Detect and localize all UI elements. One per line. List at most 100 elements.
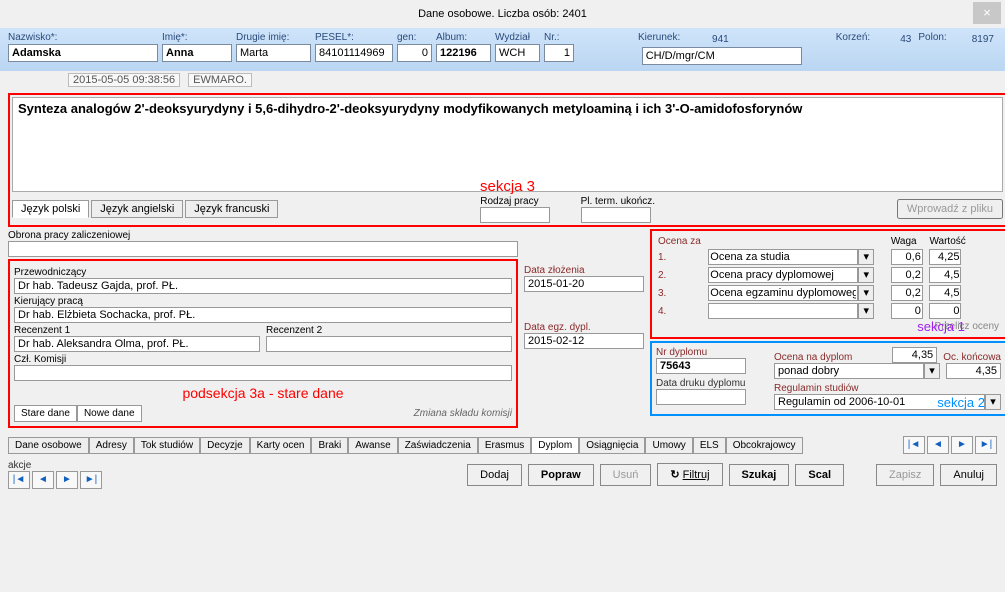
- tab-zaświadczenia[interactable]: Zaświadczenia: [398, 437, 478, 454]
- tab-dane-osobowe[interactable]: Dane osobowe: [8, 437, 89, 454]
- nav-last[interactable]: ►|: [80, 471, 102, 489]
- czl-input[interactable]: [14, 365, 512, 381]
- kierunek-input[interactable]: [642, 47, 802, 65]
- szukaj-button[interactable]: Szukaj: [729, 464, 790, 486]
- obrona-input[interactable]: [8, 241, 518, 257]
- ocena-4-dropdown[interactable]: ▾: [858, 303, 874, 319]
- tab-stare-dane[interactable]: Stare dane: [14, 405, 77, 422]
- czl-label: Czł. Komisji: [14, 354, 512, 365]
- ocena-1-name[interactable]: [708, 249, 858, 265]
- ocena-1-dropdown[interactable]: ▾: [858, 249, 874, 265]
- close-button[interactable]: ×: [973, 2, 1001, 24]
- data-zlozenia-input[interactable]: [524, 276, 644, 292]
- tab-awanse[interactable]: Awanse: [348, 437, 397, 454]
- album-input[interactable]: [436, 44, 491, 62]
- tab-lang-en[interactable]: Język angielski: [91, 200, 183, 218]
- popraw-button[interactable]: Popraw: [528, 464, 594, 486]
- kier-input[interactable]: [14, 307, 512, 323]
- tab-osiągnięcia[interactable]: Osiągnięcia: [579, 437, 645, 454]
- tab-tok-studiów[interactable]: Tok studiów: [134, 437, 200, 454]
- plterm-label: Pl. term. ukończ.: [581, 196, 655, 207]
- obrona-label: Obrona pracy zaliczeniowej: [8, 230, 130, 241]
- tab-karty-ocen[interactable]: Karty ocen: [250, 437, 312, 454]
- pesel-input[interactable]: [315, 44, 393, 62]
- nrdyp-input[interactable]: [656, 358, 746, 374]
- nazwisko-label: Nazwisko*:: [8, 32, 158, 43]
- filtruj-button[interactable]: ↻ Filtruj: [657, 463, 722, 486]
- ocenadyp-select[interactable]: [774, 363, 924, 379]
- ocena-1-waga[interactable]: [891, 249, 923, 265]
- nav-first[interactable]: |◄: [8, 471, 30, 489]
- scal-button[interactable]: Scal: [795, 464, 844, 486]
- ocena-4-waga[interactable]: [891, 303, 923, 319]
- ocena-2-wart[interactable]: [929, 267, 961, 283]
- ockon-label: Oc. końcowa: [943, 352, 1001, 363]
- korzen-val: 43: [889, 32, 914, 47]
- nav-next[interactable]: ►: [56, 471, 78, 489]
- rec2-label: Recenzent 2: [266, 325, 512, 336]
- tab-erasmus[interactable]: Erasmus: [478, 437, 531, 454]
- section-1-label: sekcja 1: [917, 319, 965, 334]
- tab-braki[interactable]: Braki: [311, 437, 348, 454]
- anuluj-button[interactable]: Anuluj: [940, 464, 997, 486]
- tab-umowy[interactable]: Umowy: [645, 437, 692, 454]
- kierunek-label: Kierunek:: [638, 32, 698, 43]
- ocena-4-wart[interactable]: [929, 303, 961, 319]
- ockon-input[interactable]: [946, 363, 1001, 379]
- wprowadz-button[interactable]: Wprowadź z pliku: [897, 199, 1003, 219]
- ocena-3-dropdown[interactable]: ▾: [858, 285, 874, 301]
- thesis-textarea[interactable]: Synteza analogów 2'-deoksyurydyny i 5,6-…: [12, 97, 1003, 192]
- bottom-tabs: Dane osoboweAdresyTok studiówDecyzjeKart…: [8, 436, 997, 454]
- ocena-1-wart[interactable]: [929, 249, 961, 265]
- zmiana-skladu-link[interactable]: Zmiana składu komisji: [414, 408, 512, 419]
- tabnav-next[interactable]: ►: [951, 436, 973, 454]
- ocena-3-wart[interactable]: [929, 285, 961, 301]
- tab-lang-pl[interactable]: Język polski: [12, 200, 89, 218]
- drugie-label: Drugie imię:: [236, 32, 311, 43]
- nrdyp-label: Nr dyplomu: [656, 347, 766, 358]
- wartosc-header: Wartość: [927, 235, 1001, 248]
- rodzaj-input[interactable]: [480, 207, 550, 223]
- ocenadyp-label: Ocena na dyplom: [774, 352, 852, 363]
- ocena-2-dropdown[interactable]: ▾: [858, 267, 874, 283]
- drugie-input[interactable]: [236, 44, 311, 62]
- tab-lang-fr[interactable]: Język francuski: [185, 200, 278, 218]
- tabnav-first[interactable]: |◄: [903, 436, 925, 454]
- tab-obcokrajowcy[interactable]: Obcokrajowcy: [726, 437, 803, 454]
- nazwisko-input[interactable]: [8, 44, 158, 62]
- section-2: Nr dyplomu Data druku dyplomu Ocena na d…: [650, 341, 1005, 416]
- datadruk-input[interactable]: [656, 389, 746, 405]
- nr-input[interactable]: [544, 44, 574, 62]
- zapisz-button[interactable]: Zapisz: [876, 464, 934, 486]
- tab-decyzje[interactable]: Decyzje: [200, 437, 250, 454]
- ocena-3-waga[interactable]: [891, 285, 923, 301]
- data-egz-input[interactable]: [524, 333, 644, 349]
- rodzaj-label: Rodzaj pracy: [480, 196, 538, 207]
- ocena-2-waga[interactable]: [891, 267, 923, 283]
- ocena-2-name[interactable]: [708, 267, 858, 283]
- ocena-za-header: Ocena za: [656, 235, 706, 248]
- rec2-input[interactable]: [266, 336, 512, 352]
- wydzial-input[interactable]: [495, 44, 540, 62]
- imie-input[interactable]: [162, 44, 232, 62]
- tabnav-last[interactable]: ►|: [975, 436, 997, 454]
- ocena-4-name[interactable]: [708, 303, 858, 319]
- kierunek-num: 941: [702, 32, 732, 47]
- dodaj-button[interactable]: Dodaj: [467, 464, 522, 486]
- nav-prev[interactable]: ◄: [32, 471, 54, 489]
- tab-dyplom[interactable]: Dyplom: [531, 437, 579, 454]
- ocenadyp-num[interactable]: [892, 347, 937, 363]
- przew-label: Przewodniczący: [14, 267, 512, 278]
- usun-button[interactable]: Usuń: [600, 464, 652, 486]
- rec1-input[interactable]: [14, 336, 260, 352]
- ocena-3-name[interactable]: [708, 285, 858, 301]
- polon-val: 8197: [962, 32, 997, 47]
- akcje-label: akcje: [8, 460, 102, 471]
- przew-input[interactable]: [14, 278, 512, 294]
- tabnav-prev[interactable]: ◄: [927, 436, 949, 454]
- gen-input[interactable]: [397, 44, 432, 62]
- tab-nowe-dane[interactable]: Nowe dane: [77, 405, 142, 422]
- tab-adresy[interactable]: Adresy: [89, 437, 134, 454]
- tab-els[interactable]: ELS: [693, 437, 726, 454]
- plterm-input[interactable]: [581, 207, 651, 223]
